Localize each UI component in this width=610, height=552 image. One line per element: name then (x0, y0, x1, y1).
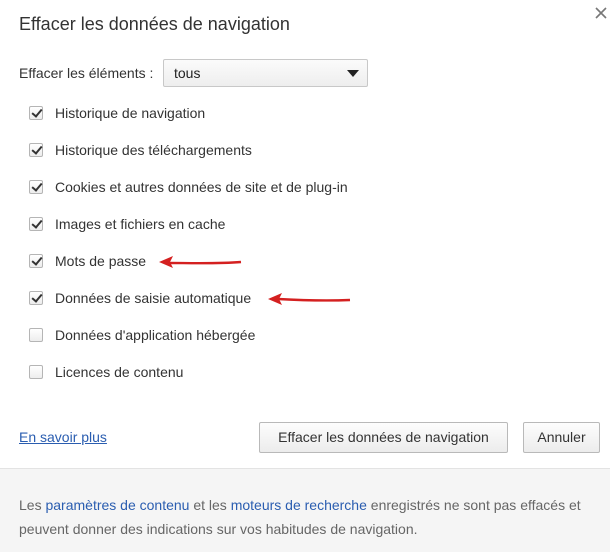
option-label: Données de saisie automatique (55, 290, 252, 306)
option-label: Données d'application hébergée (55, 327, 256, 343)
checkbox-passwords[interactable] (29, 254, 43, 268)
footer-text: Les paramètres de contenu et les moteurs… (19, 493, 599, 541)
option-cookies[interactable]: Cookies et autres données de site et de … (29, 177, 348, 197)
checkbox-autofill[interactable] (29, 291, 43, 305)
option-passwords[interactable]: Mots de passe (29, 251, 146, 271)
learn-more-link[interactable]: En savoir plus (19, 429, 107, 445)
option-content-licenses[interactable]: Licences de contenu (29, 362, 183, 382)
checkbox-cookies[interactable] (29, 180, 43, 194)
checkbox-content-licenses[interactable] (29, 365, 43, 379)
option-browsing-history[interactable]: Historique de navigation (29, 103, 205, 123)
checkbox-hosted-app-data[interactable] (29, 328, 43, 342)
arrow-shaft (277, 297, 351, 302)
search-engines-link[interactable]: moteurs de recherche (231, 497, 367, 513)
time-range-label: Effacer les éléments : (19, 65, 154, 81)
content-settings-link[interactable]: paramètres de contenu (45, 497, 189, 513)
annotation-arrow-passwords (159, 256, 242, 268)
footer-text-before: Les (19, 497, 46, 513)
option-label: Images et fichiers en cache (55, 216, 226, 232)
option-label: Historique des téléchargements (55, 142, 252, 158)
footer-text-middle: et les (189, 497, 231, 513)
option-label: Licences de contenu (55, 364, 184, 380)
option-hosted-app-data[interactable]: Données d'application hébergée (29, 325, 255, 345)
option-label: Mots de passe (55, 253, 147, 269)
time-range-select[interactable]: tous (163, 59, 368, 87)
dropdown-arrow-icon (347, 70, 359, 77)
option-autofill[interactable]: Données de saisie automatique (29, 288, 251, 308)
time-range-value: tous (174, 65, 201, 81)
arrow-shaft (168, 260, 242, 265)
option-download-history[interactable]: Historique des téléchargements (29, 140, 252, 160)
footer: Les paramètres de contenu et les moteurs… (0, 468, 610, 552)
option-label: Historique de navigation (55, 105, 206, 121)
annotation-arrow-autofill (268, 293, 351, 305)
checkbox-cache[interactable] (29, 217, 43, 231)
option-label: Cookies et autres données de site et de … (55, 179, 348, 195)
dialog-title: Effacer les données de navigation (19, 14, 290, 34)
close-icon[interactable] (594, 6, 608, 20)
checkbox-download-history[interactable] (29, 143, 43, 157)
checkbox-browsing-history[interactable] (29, 106, 43, 120)
option-cache[interactable]: Images et fichiers en cache (29, 214, 225, 234)
cancel-button[interactable]: Annuler (523, 422, 600, 453)
clear-data-button[interactable]: Effacer les données de navigation (259, 422, 508, 453)
